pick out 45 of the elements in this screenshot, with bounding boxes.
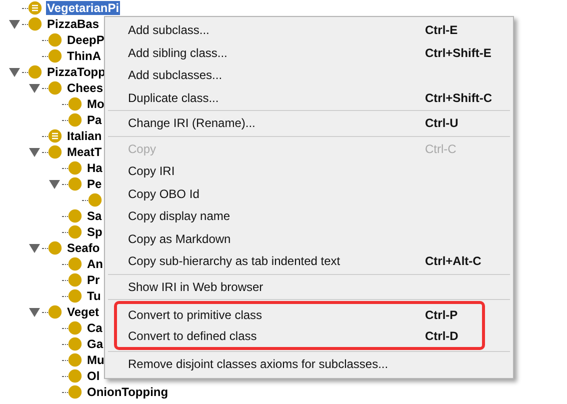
menu-item[interactable]: Copy IRI bbox=[105, 160, 513, 182]
class-tree-item[interactable]: Veget bbox=[66, 305, 100, 319]
menu-item[interactable]: Add sibling class... Ctrl+Shift-E bbox=[105, 42, 513, 64]
class-tree-item[interactable]: An bbox=[86, 257, 104, 271]
expand-triangle-icon[interactable] bbox=[28, 244, 40, 252]
menu-item[interactable]: Convert to primitive class Ctrl-P bbox=[117, 304, 482, 326]
expand-triangle-icon[interactable] bbox=[28, 84, 40, 92]
class-tree-item[interactable]: MeatT bbox=[66, 145, 103, 159]
menu-item[interactable]: Copy as Markdown bbox=[105, 228, 513, 250]
menu-item[interactable]: Remove disjoint classes axioms for subclasses... bbox=[105, 353, 513, 376]
class-tree-item[interactable]: PizzaBas bbox=[46, 17, 100, 31]
class-tree-item[interactable]: Chees bbox=[66, 81, 104, 95]
class-tree-item[interactable]: Pr bbox=[86, 273, 101, 287]
menu-item[interactable]: Copy display name bbox=[105, 205, 513, 228]
class-tree-item[interactable]: Ol bbox=[86, 369, 101, 383]
menu-item[interactable]: Add subclass... Ctrl-E bbox=[105, 19, 513, 42]
class-tree-item[interactable]: DeepP bbox=[66, 33, 106, 47]
menu-item[interactable]: Copy sub-hierarchy as tab indented text Ctrl+Alt-C bbox=[105, 250, 513, 272]
expand-triangle-icon[interactable] bbox=[28, 148, 40, 156]
class-tree-item[interactable]: Sp bbox=[86, 225, 104, 239]
menu-item[interactable]: Show IRI in Web browser bbox=[105, 276, 513, 298]
class-tree-item[interactable]: Italian bbox=[66, 129, 103, 143]
class-tree-item[interactable]: Seafo bbox=[66, 241, 101, 255]
class-tree-item[interactable]: VegetarianPi bbox=[46, 1, 120, 15]
class-tree-item[interactable]: ThinA bbox=[66, 49, 102, 63]
menu-item[interactable]: Change IRI (Rename)... Ctrl-U bbox=[105, 112, 513, 134]
menu-item[interactable]: Add subclasses... bbox=[105, 64, 513, 86]
expand-triangle-icon[interactable] bbox=[28, 308, 40, 316]
expand-triangle-icon[interactable] bbox=[8, 20, 20, 28]
class-tree-item[interactable]: Mo bbox=[86, 97, 106, 111]
class-tree-item[interactable]: Ca bbox=[86, 321, 104, 335]
class-tree-item[interactable]: Ha bbox=[86, 161, 104, 175]
class-tree-item[interactable]: Tu bbox=[86, 289, 102, 303]
expand-triangle-icon[interactable] bbox=[8, 68, 20, 76]
class-tree-item[interactable]: Ga bbox=[86, 337, 104, 351]
class-tree-item[interactable]: Mu bbox=[86, 353, 106, 367]
menu-item[interactable]: Copy OBO Id bbox=[105, 182, 513, 205]
class-tree-item[interactable]: PizzaTopp bbox=[46, 65, 106, 79]
class-tree-item[interactable]: Pe bbox=[86, 177, 103, 191]
class-tree-item[interactable]: Sa bbox=[86, 209, 103, 223]
menu-item[interactable]: Duplicate class... Ctrl+Shift-C bbox=[105, 86, 513, 109]
expand-triangle-icon[interactable] bbox=[48, 180, 60, 188]
menu-item[interactable]: Convert to defined class Ctrl-D bbox=[117, 326, 482, 347]
class-tree-item[interactable]: OnionTopping bbox=[86, 385, 170, 399]
class-tree-item[interactable]: Pa bbox=[86, 113, 103, 127]
